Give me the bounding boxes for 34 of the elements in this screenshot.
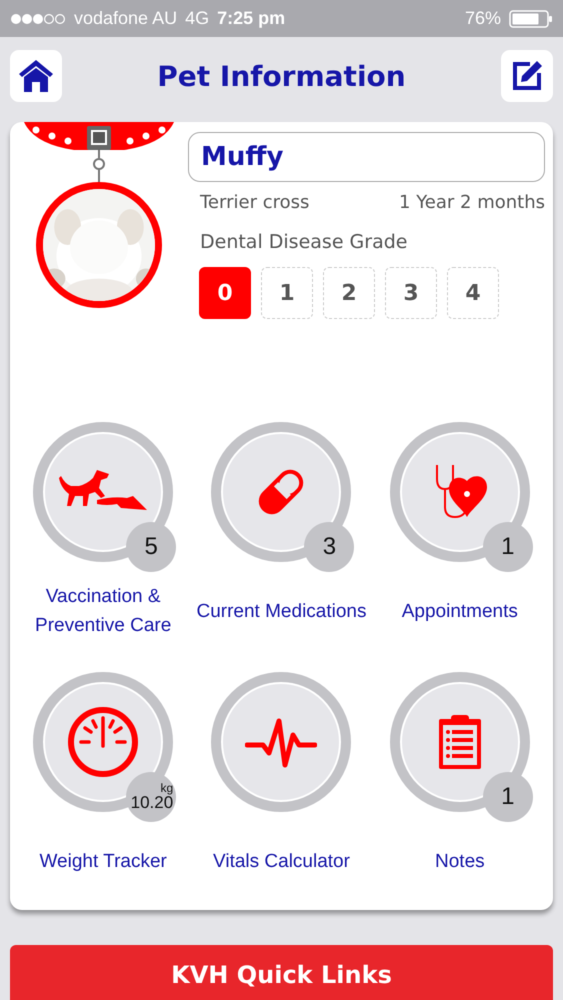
tile-label: Weight Tracker xyxy=(39,850,167,874)
signal-icon xyxy=(10,12,66,24)
edit-button[interactable] xyxy=(500,50,553,102)
clipboard-icon xyxy=(436,713,483,771)
count-badge: 5 xyxy=(126,522,176,572)
tile-label: Vaccination & Preventive Care xyxy=(34,585,172,638)
count-badge: 3 xyxy=(304,522,354,572)
count-badge: 1 xyxy=(482,772,533,822)
grade-option[interactable]: 1 xyxy=(261,267,313,319)
home-icon xyxy=(17,58,55,94)
pet-name-field[interactable]: Muffy xyxy=(188,132,545,182)
network-type: 4G xyxy=(185,8,210,29)
pet-breed: Terrier cross xyxy=(200,192,310,213)
grade-option[interactable]: 2 xyxy=(323,267,375,319)
pet-age: 1 Year 2 months xyxy=(399,192,545,213)
home-button[interactable] xyxy=(10,50,62,102)
tile-label: Appointments xyxy=(402,600,518,624)
count-badge: 1 xyxy=(482,522,533,572)
page-title: Pet Information xyxy=(157,60,406,92)
weight-value: 10.20 xyxy=(130,794,174,812)
carrier-name: vodafone AU xyxy=(74,8,178,29)
grade-option[interactable]: 0 xyxy=(199,267,251,319)
tile-label: Notes xyxy=(435,850,485,874)
quick-links-button[interactable]: KVH Quick Links xyxy=(10,945,553,1000)
tile-label: Current Medications xyxy=(196,600,366,624)
clock-time: 7:25 pm xyxy=(217,8,286,29)
weight-unit: kg xyxy=(160,782,174,794)
scale-icon xyxy=(67,706,140,778)
battery-percent: 76% xyxy=(464,8,501,29)
dental-grade-label: Dental Disease Grade xyxy=(199,231,408,253)
tile-label: Vitals Calculator xyxy=(213,850,350,874)
grade-option[interactable]: 4 xyxy=(447,267,499,319)
battery-icon xyxy=(509,10,553,28)
grade-option[interactable]: 3 xyxy=(385,267,437,319)
